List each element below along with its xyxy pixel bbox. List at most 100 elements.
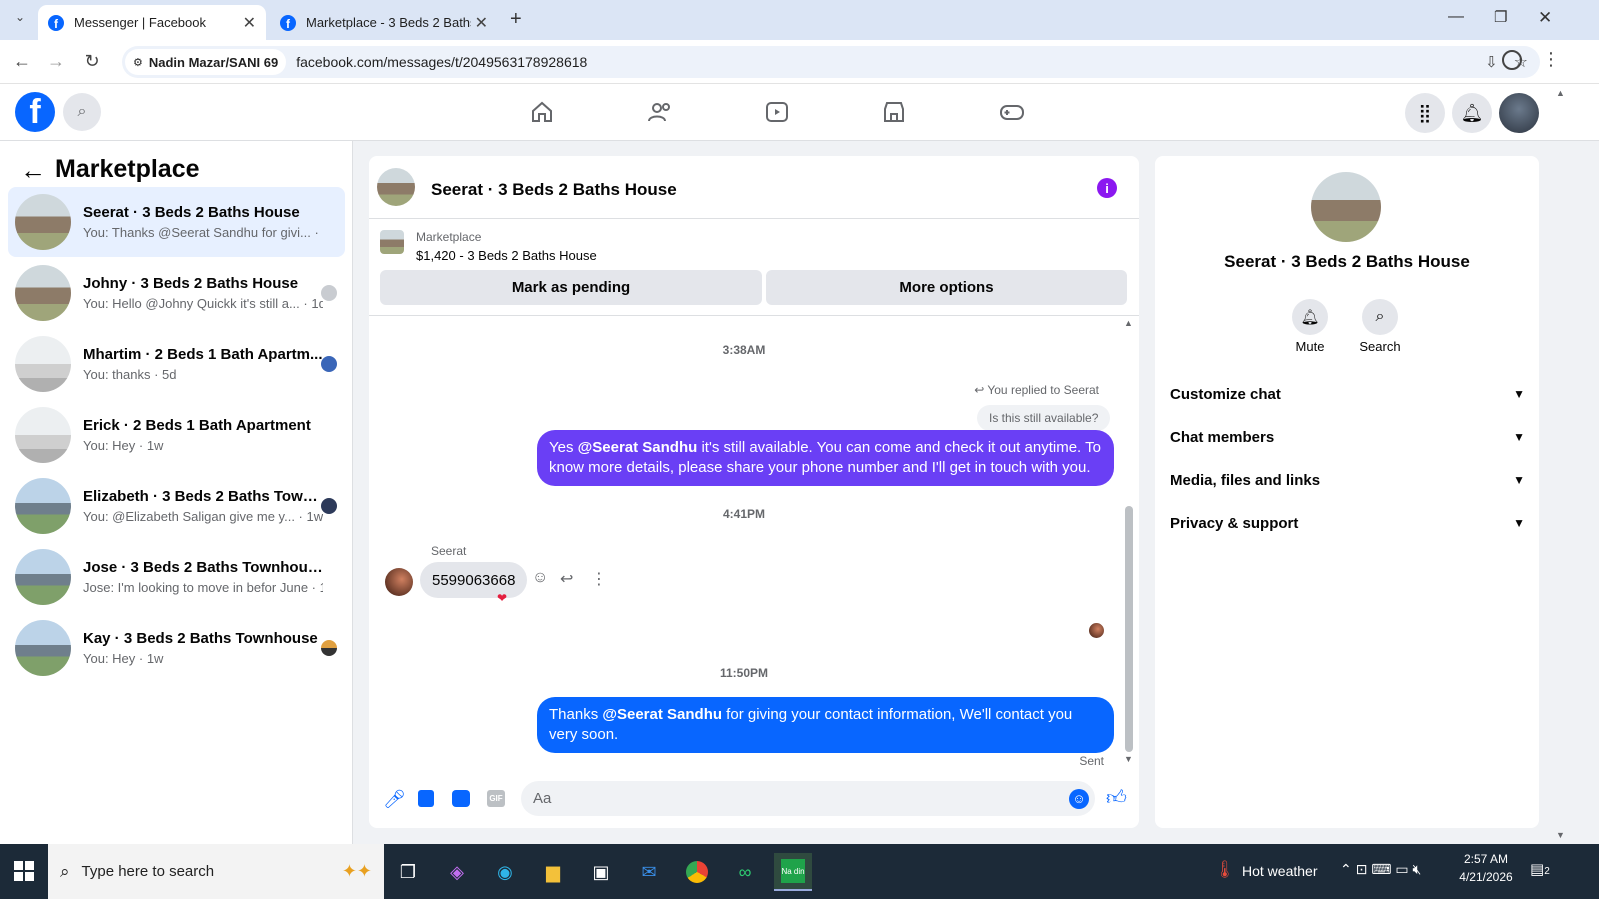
notification-center-icon[interactable]: ▤2 <box>1530 860 1550 878</box>
more-kebab-icon[interactable]: ⋮ <box>591 569 607 589</box>
more-options-button[interactable]: More options <box>766 270 1127 305</box>
video-icon[interactable] <box>765 100 789 124</box>
friends-icon[interactable] <box>647 100 673 124</box>
listing-thumbnail <box>15 549 71 605</box>
media-files-row[interactable]: Media, files and links ▼ <box>1170 460 1525 500</box>
page-scroll-up-icon[interactable]: ▲ <box>1556 88 1565 98</box>
info-icon[interactable]: i <box>1097 178 1117 198</box>
search-icon[interactable]: ⌕ <box>1362 299 1398 335</box>
scrollbar-thumb[interactable] <box>1125 506 1133 752</box>
profile-chip[interactable]: ⚙ Nadin Mazar/SANI 69 <box>125 49 287 75</box>
install-app-icon[interactable]: ⇩ <box>1485 53 1498 71</box>
file-explorer-icon[interactable]: ▆ <box>534 853 572 891</box>
browser-tab-bar: ⌄ f Messenger | Facebook ✕ f Marketplace… <box>0 0 1599 40</box>
emoji-icon[interactable]: ☺ <box>1069 788 1089 809</box>
conversation-item-jose[interactable]: Jose · 3 Beds 2 Baths Townhouse Jose: I'm… <box>8 542 345 612</box>
listing-detail[interactable]: $1,420 - 3 Beds 2 Baths House <box>416 248 597 263</box>
search-label: Search <box>1359 339 1401 354</box>
back-icon[interactable]: ← <box>10 51 34 72</box>
restore-icon[interactable]: ❐ <box>1494 8 1507 26</box>
store-icon[interactable]: ▣ <box>582 853 620 891</box>
conversation-item-seerat[interactable]: Seerat · 3 Beds 2 Baths House You: Thanks… <box>8 187 345 257</box>
photo-icon[interactable] <box>418 790 434 807</box>
marketplace-icon[interactable] <box>882 100 906 124</box>
clock-date[interactable]: 4/21/2026 <box>1452 870 1520 884</box>
chat-members-row[interactable]: Chat members ▼ <box>1170 417 1525 457</box>
conversation-item-erick[interactable]: Erick · 2 Beds 1 Bath Apartment You: Hey … <box>8 400 345 470</box>
site-info-icon: ⚙ <box>133 56 143 69</box>
conversation-list-panel: ← Marketplace Seerat · 3 Beds 2 Baths Ho… <box>0 141 353 844</box>
url-text[interactable]: facebook.com/messages/t/2049563178928618 <box>296 54 587 70</box>
edge-icon[interactable]: ◉ <box>486 853 524 891</box>
weather-thermometer-icon[interactable]: 🌡︎ <box>1214 860 1236 880</box>
customize-chat-row[interactable]: Customize chat ▼ <box>1170 374 1525 414</box>
tab-messenger[interactable]: f Messenger | Facebook ✕ <box>38 5 266 40</box>
back-arrow-icon[interactable]: ← <box>20 155 46 186</box>
profile-icon[interactable] <box>1502 50 1522 70</box>
marketplace-title: Marketplace <box>55 155 200 183</box>
new-tab-icon[interactable]: + <box>510 8 522 31</box>
message-input[interactable]: Aa ☺ <box>521 781 1095 816</box>
search-icon[interactable]: ⌕ <box>63 93 101 131</box>
menu-grid-icon[interactable]: ⣿ <box>1405 93 1445 133</box>
search-highlight-icon: ✦✦ <box>341 861 372 881</box>
weather-label[interactable]: Hot weather <box>1242 863 1317 879</box>
sticker-icon[interactable] <box>452 790 470 807</box>
system-tray-icons[interactable]: ⌃ ⊡ ⌨ ▭ 🔇︎ <box>1340 861 1421 878</box>
details-avatar[interactable] <box>1311 172 1381 242</box>
clock-time[interactable]: 2:57 AM <box>1456 852 1516 866</box>
close-tab-icon[interactable]: ✕ <box>243 13 256 33</box>
chat-title[interactable]: Seerat · 3 Beds 2 Baths House <box>431 180 677 200</box>
facebook-favicon-icon: f <box>280 14 296 31</box>
timestamp: 3:38AM <box>722 343 766 357</box>
gaming-icon[interactable] <box>999 100 1025 124</box>
heart-reaction-icon[interactable]: ❤ <box>497 591 507 605</box>
quoted-message[interactable]: Is this still available? <box>977 405 1111 431</box>
mute-label: Mute <box>1295 339 1325 354</box>
timestamp: 11:50PM <box>719 666 769 680</box>
taskbar-search-box[interactable]: ⌕ Type here to search ✦✦ <box>48 844 384 899</box>
privacy-support-row[interactable]: Privacy & support ▼ <box>1170 503 1525 543</box>
minimize-icon[interactable]: — <box>1448 8 1464 26</box>
scroll-up-icon[interactable]: ▲ <box>1124 318 1133 328</box>
tab-marketplace[interactable]: f Marketplace - 3 Beds 2 Baths H ✕ <box>270 5 498 40</box>
app-infinity-icon[interactable]: ∞ <box>726 853 764 891</box>
home-icon[interactable] <box>530 100 554 124</box>
conversation-item-johny[interactable]: Johny · 3 Beds 2 Baths House You: Hello @… <box>8 258 345 328</box>
reply-icon[interactable]: ↩ <box>560 569 573 589</box>
notifications-bell-icon[interactable]: 🔔︎ <box>1452 93 1492 133</box>
mute-bell-icon[interactable]: 🔔︎ <box>1292 299 1328 335</box>
chat-header: Seerat · 3 Beds 2 Baths House i <box>369 156 1139 219</box>
close-tab-icon[interactable]: ✕ <box>475 13 488 33</box>
chrome-icon[interactable] <box>678 853 716 891</box>
windows-start-icon[interactable] <box>14 861 34 881</box>
chat-avatar[interactable] <box>377 168 415 206</box>
gif-icon[interactable]: GIF <box>487 790 505 807</box>
account-avatar[interactable] <box>1499 93 1539 133</box>
close-window-icon[interactable]: ✕ <box>1538 8 1552 28</box>
sender-avatar[interactable] <box>385 568 413 596</box>
url-box[interactable]: ⚙ Nadin Mazar/SANI 69 facebook.com/messag… <box>122 46 1540 78</box>
conversation-item-mhartim[interactable]: Mhartim · 2 Beds 1 Bath Apartm... You: th… <box>8 329 345 399</box>
task-view-icon[interactable]: ❐ <box>389 853 427 891</box>
forward-icon[interactable]: → <box>44 51 68 72</box>
outgoing-message[interactable]: Yes @Seerat Sandhu it's still available.… <box>537 430 1114 486</box>
conversation-item-kay[interactable]: Kay · 3 Beds 2 Baths Townhouse You: Hey ·… <box>8 613 345 683</box>
mark-pending-button[interactable]: Mark as pending <box>380 270 762 305</box>
profile-app-icon[interactable]: Na din <box>774 853 812 891</box>
chat-details-panel: Seerat · 3 Beds 2 Baths House 🔔︎ Mute ⌕ … <box>1155 156 1539 828</box>
conversation-item-elizabeth[interactable]: Elizabeth · 3 Beds 2 Baths Town... You: @… <box>8 471 345 541</box>
outgoing-message[interactable]: Thanks @Seerat Sandhu for giving your co… <box>537 697 1114 753</box>
reload-icon[interactable]: ↻ <box>80 51 104 72</box>
scroll-down-icon[interactable]: ▼ <box>1124 754 1133 764</box>
tab-search-icon[interactable]: ⌄ <box>8 10 32 24</box>
copilot-icon[interactable]: ◈ <box>438 853 476 891</box>
page-scroll-down-icon[interactable]: ▼ <box>1556 830 1565 840</box>
like-thumb-icon[interactable]: 👍︎ <box>1106 786 1127 810</box>
incoming-message[interactable]: 5599063668 <box>420 562 528 598</box>
outlook-icon[interactable]: ✉ <box>630 853 668 891</box>
menu-kebab-icon[interactable]: ⋮ <box>1542 49 1560 70</box>
microphone-icon[interactable]: 🎤︎ <box>383 789 406 810</box>
facebook-logo-icon[interactable]: f <box>15 92 55 132</box>
react-icon[interactable]: ☺ <box>532 569 548 587</box>
